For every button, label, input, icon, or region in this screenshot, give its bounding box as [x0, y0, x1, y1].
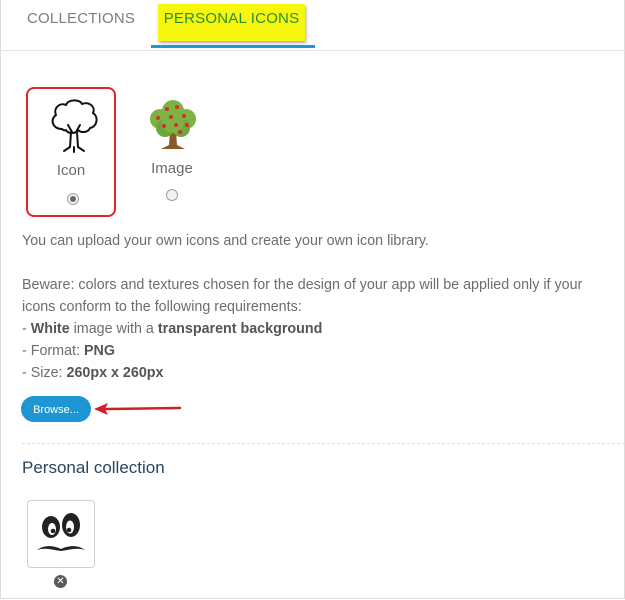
- tab-collections[interactable]: COLLECTIONS: [27, 0, 135, 48]
- requirement-color: - White image with a transparent backgro…: [22, 321, 322, 337]
- choice-icon[interactable]: Icon: [26, 87, 116, 217]
- requirement-color-background: transparent background: [157, 321, 323, 337]
- remove-icon[interactable]: ✕: [54, 575, 67, 588]
- tab-personal-icons[interactable]: PERSONAL ICONS: [151, 0, 315, 48]
- choice-image[interactable]: Image: [127, 87, 217, 217]
- tree-outline-icon: [51, 99, 98, 153]
- requirement-size-prefix: - Size:: [22, 365, 67, 381]
- tab-collections-label: COLLECTIONS: [27, 10, 136, 27]
- personal-collection-title: Personal collection: [22, 458, 165, 477]
- requirement-color-white: White: [30, 321, 70, 337]
- requirement-format-value: PNG: [83, 343, 115, 359]
- image-radio[interactable]: [166, 189, 178, 201]
- intro-text: You can upload your own icons and create…: [22, 233, 429, 249]
- choice-image-label: Image: [151, 160, 193, 177]
- beware-line-2: icons conform to the following requireme…: [22, 299, 302, 315]
- apple-tree-icon: [150, 100, 196, 149]
- requirement-size-value: 260px x 260px: [66, 365, 164, 381]
- requirement-color-prefix: -: [22, 321, 31, 337]
- requirement-format-prefix: - Format:: [22, 343, 84, 359]
- requirement-size: - Size: 260px x 260px: [22, 365, 163, 381]
- section-divider: [22, 443, 625, 444]
- icon-radio[interactable]: [67, 193, 79, 205]
- red-arrow-annotation-icon: [94, 403, 182, 415]
- personal-icon-thumbnail[interactable]: [27, 500, 95, 568]
- beware-line-1: Beware: colors and textures chosen for t…: [22, 277, 583, 293]
- tab-personal-icons-label: PERSONAL ICONS: [158, 4, 305, 41]
- browse-button[interactable]: Browse...: [21, 396, 91, 422]
- choice-icon-label: Icon: [56, 162, 86, 179]
- requirement-color-mid: image with a: [69, 321, 158, 337]
- eyes-mustache-icon: [37, 513, 85, 551]
- requirement-format: - Format: PNG: [22, 343, 115, 359]
- tab-bar: COLLECTIONS PERSONAL ICONS: [0, 0, 625, 51]
